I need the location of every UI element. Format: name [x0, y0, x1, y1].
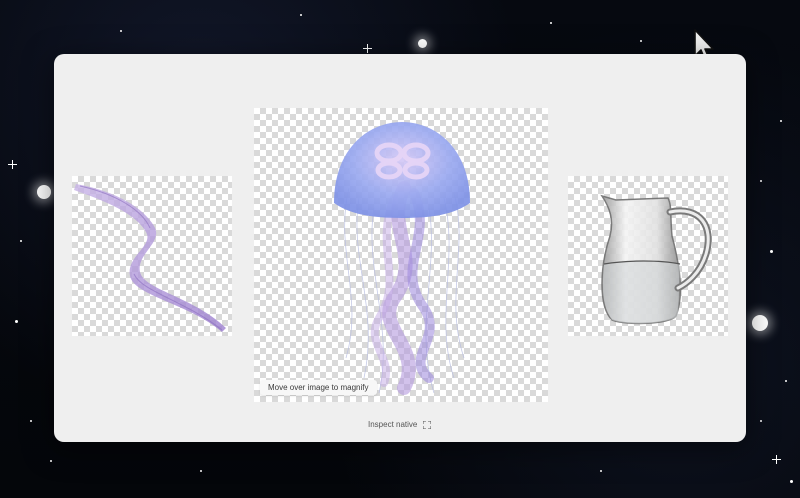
magnify-hint-tooltip: Move over image to magnify [260, 380, 377, 395]
inspect-native-button[interactable]: Inspect native [368, 420, 432, 429]
star [770, 250, 773, 253]
star [772, 455, 781, 464]
expand-icon [423, 420, 432, 429]
star [550, 22, 552, 24]
star [760, 420, 762, 422]
star [785, 380, 787, 382]
star [50, 460, 52, 462]
star [418, 39, 427, 48]
jellyfish-illustration [334, 122, 470, 395]
star [760, 180, 762, 182]
star [640, 40, 642, 42]
thumbnail-ribbon[interactable] [72, 176, 232, 336]
star [200, 470, 202, 472]
main-image-jellyfish[interactable] [254, 108, 548, 402]
star [300, 14, 302, 16]
pitcher-illustration [600, 194, 712, 325]
thumbnail-pitcher[interactable] [568, 176, 728, 336]
star [363, 44, 372, 53]
star [30, 420, 32, 422]
ribbon-illustration [74, 184, 226, 332]
inspect-native-label: Inspect native [368, 420, 418, 429]
star [752, 315, 768, 331]
star [37, 185, 51, 199]
star [120, 30, 122, 32]
star [20, 240, 22, 242]
star [790, 480, 793, 483]
star [780, 120, 782, 122]
star [8, 160, 17, 169]
star [15, 320, 18, 323]
star [600, 470, 602, 472]
image-viewer-panel: Move over image to magnify Inspect nativ… [54, 54, 746, 442]
